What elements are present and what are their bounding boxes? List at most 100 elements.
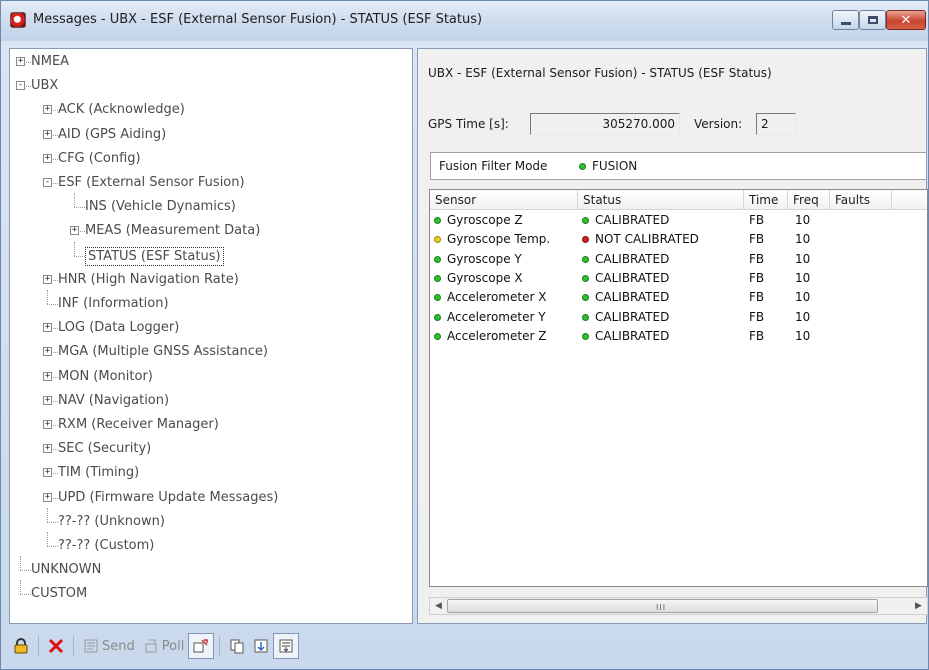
table-row[interactable]: Accelerometer Z CALIBRATED FB 10 [430, 327, 927, 346]
tree-item-label: UBX [31, 78, 59, 94]
tree-item-ack[interactable]: + ACK (Acknowledge) [10, 100, 410, 120]
cell-status: CALIBRATED [582, 308, 669, 327]
sensor-status-table[interactable]: Sensor Status Time Freq Faults Gyroscope… [429, 189, 928, 587]
status-dot-icon [434, 274, 441, 282]
bottom-toolbar: Send Poll [9, 627, 927, 665]
cell-freq-text: 10 [795, 290, 811, 305]
table-row[interactable]: Gyroscope Z CALIBRATED FB 10 [430, 211, 927, 230]
tree-connector [74, 241, 75, 256]
status-dot-icon [582, 313, 589, 321]
expand-icon[interactable]: + [70, 226, 79, 236]
tree-item-sec[interactable]: + SEC (Security) [10, 439, 410, 459]
cell-time: FB [749, 269, 764, 288]
tree-item-custom[interactable]: CUSTOM [10, 580, 410, 604]
tree-connector [20, 570, 31, 572]
tree-item-mga[interactable]: + MGA (Multiple GNSS Assistance) [10, 342, 410, 362]
tree-item-unknown-sub[interactable]: ??-?? (Unknown) [10, 507, 410, 532]
tree-item-tim[interactable]: + TIM (Timing) [10, 463, 410, 483]
expand-icon[interactable]: + [43, 468, 52, 478]
cell-status-text: CALIBRATED [595, 328, 670, 343]
tree-item-label: ESF (External Sensor Fusion) [58, 175, 245, 190]
auto-poll-button[interactable] [188, 633, 215, 659]
horizontal-scrollbar[interactable]: ◀ III ▶ [429, 597, 928, 615]
tree-item-inf[interactable]: INF (Information) [10, 290, 410, 314]
expand-icon[interactable]: + [43, 420, 52, 429]
title-bar[interactable]: Messages - UBX - ESF (External Sensor Fu… [1, 1, 928, 41]
scroll-button[interactable] [249, 633, 273, 659]
delete-button[interactable] [44, 633, 68, 659]
expand-icon[interactable]: + [43, 371, 52, 381]
tree-item-nav[interactable]: + NAV (Navigation) [10, 391, 410, 411]
auto-scroll-button[interactable] [273, 633, 300, 659]
send-button[interactable]: Send [79, 633, 139, 659]
poll-button[interactable]: Poll [139, 633, 189, 659]
expand-icon[interactable]: + [43, 323, 52, 333]
cell-time-text: FB [749, 270, 765, 285]
expand-icon[interactable]: + [43, 492, 52, 502]
col-header-faults[interactable]: Faults [830, 190, 892, 210]
collapse-icon[interactable]: - [43, 178, 52, 187]
expand-icon[interactable]: + [16, 57, 25, 66]
expand-icon[interactable]: + [43, 153, 52, 163]
expand-icon[interactable]: + [43, 347, 52, 357]
expand-icon[interactable]: + [43, 444, 52, 454]
table-row[interactable]: Gyroscope X CALIBRATED FB 10 [430, 269, 927, 288]
status-dot-icon [434, 236, 441, 244]
cell-freq-text: 10 [795, 309, 811, 324]
tree-item-rxm[interactable]: + RXM (Receiver Manager) [10, 415, 410, 435]
cell-sensor-text: Accelerometer Y [447, 309, 546, 324]
cell-sensor: Gyroscope X [434, 269, 523, 288]
tree-item-label: CUSTOM [31, 586, 88, 602]
table-row[interactable]: Accelerometer X CALIBRATED FB 10 [430, 288, 927, 307]
copy-button[interactable] [225, 633, 249, 659]
tree-item-upd[interactable]: + UPD (Firmware Update Messages) [10, 488, 410, 508]
cell-freq: 10 [795, 327, 810, 346]
tree-connector [74, 193, 75, 208]
tree-item-esf[interactable]: - ESF (External Sensor Fusion) [10, 173, 410, 193]
cell-time: FB [749, 308, 764, 327]
message-tree[interactable]: + NMEA - UBX + ACK (Acknowledge) + AID (GPS Aid… [9, 48, 413, 624]
tree-item-meas[interactable]: + MEAS (Measurement Data) [10, 221, 410, 241]
lock-button[interactable] [9, 633, 33, 659]
expand-icon[interactable]: + [43, 274, 52, 284]
tree-item-log[interactable]: + LOG (Data Logger) [10, 318, 410, 338]
tree-item-label: LOG (Data Logger) [58, 320, 180, 336]
expand-icon[interactable]: + [43, 105, 52, 115]
scroll-left-icon[interactable]: ◀ [430, 598, 447, 614]
col-header-time[interactable]: Time [744, 190, 788, 210]
scrollbar-thumb[interactable]: III [447, 599, 878, 613]
close-button[interactable]: ✕ [886, 10, 926, 30]
table-row[interactable]: Accelerometer Y CALIBRATED FB 10 [430, 308, 927, 327]
tree-item-ins[interactable]: INS (Vehicle Dynamics) [10, 193, 410, 217]
tree-item-unknown[interactable]: UNKNOWN [10, 556, 410, 580]
tree-item-label: ??-?? (Custom) [58, 538, 155, 553]
send-icon [84, 639, 98, 653]
status-dot-icon [579, 163, 586, 170]
tree-item-status[interactable]: STATUS (ESF Status) [10, 241, 410, 266]
tree-item-ubx[interactable]: - UBX [10, 76, 410, 96]
table-row[interactable]: Gyroscope Temp. NOT CALIBRATED FB 10 [430, 230, 927, 249]
maximize-button[interactable] [859, 10, 886, 30]
col-header-freq[interactable]: Freq [788, 190, 830, 210]
status-dot-icon [434, 313, 441, 321]
tree-item-nmea[interactable]: + NMEA [10, 52, 410, 72]
tree-item-label: STATUS (ESF Status) [85, 246, 224, 266]
tree-item-label: NAV (Navigation) [58, 392, 170, 408]
tree-item-hnr[interactable]: + HNR (High Navigation Rate) [10, 270, 410, 290]
collapse-icon[interactable]: - [16, 81, 25, 91]
minimize-icon [840, 21, 851, 25]
col-header-sensor[interactable]: Sensor [430, 190, 578, 210]
tree-item-aid[interactable]: + AID (GPS Aiding) [10, 125, 410, 145]
expand-icon[interactable]: + [43, 129, 52, 139]
tree-item-custom-sub[interactable]: ??-?? (Custom) [10, 532, 410, 556]
table-row[interactable]: Gyroscope Y CALIBRATED FB 10 [430, 250, 927, 269]
cell-freq-text: 10 [795, 232, 811, 247]
cell-sensor-text: Gyroscope X [447, 270, 523, 285]
tree-item-cfg[interactable]: + CFG (Config) [10, 149, 410, 169]
toolbar-separator [73, 636, 74, 656]
minimize-button[interactable] [832, 10, 859, 30]
expand-icon[interactable]: + [43, 395, 52, 405]
tree-item-mon[interactable]: + MON (Monitor) [10, 367, 410, 387]
col-header-status[interactable]: Status [578, 190, 744, 210]
scroll-right-icon[interactable]: ▶ [910, 598, 927, 614]
